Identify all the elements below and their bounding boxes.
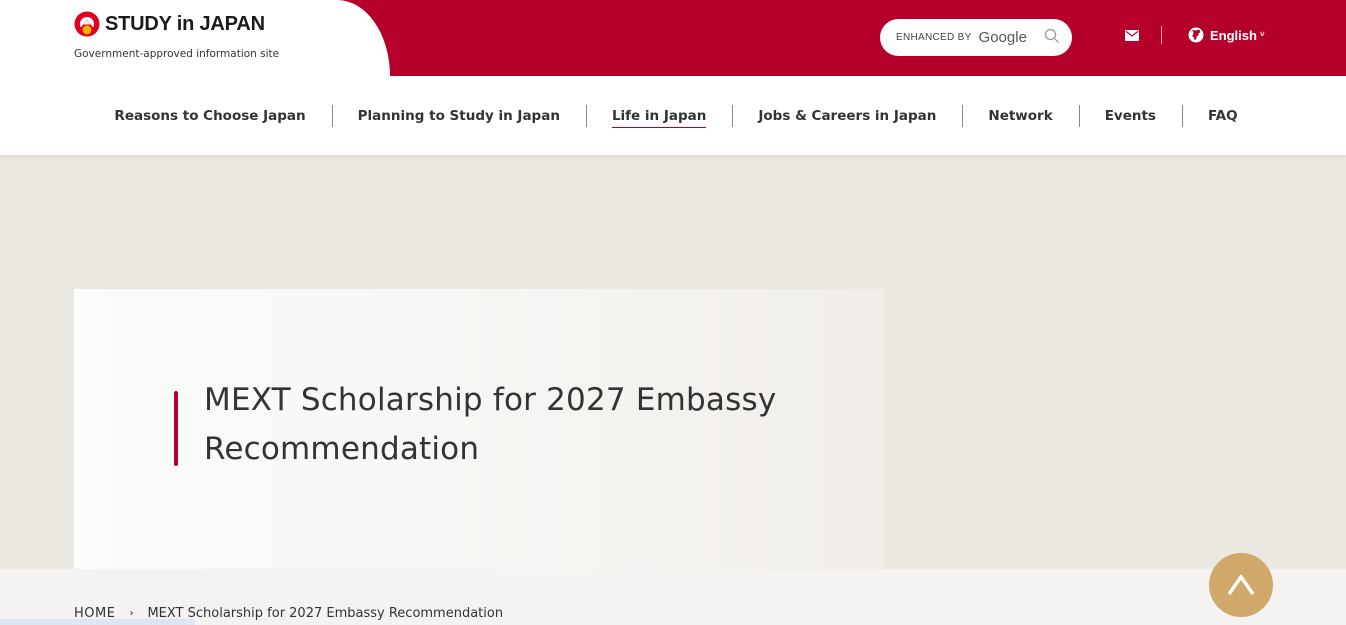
- search-provider-label: Google: [978, 29, 1027, 46]
- logo-area: STUDY in JAPAN Government-approved infor…: [0, 0, 390, 76]
- back-to-top-button[interactable]: [1209, 553, 1273, 617]
- header-divider: [1161, 26, 1162, 44]
- breadcrumb-current: MEXT Scholarship for 2027 Embassy Recomm…: [147, 606, 504, 621]
- search-enhanced-label: ENHANCED BY: [896, 32, 972, 43]
- site-logo[interactable]: STUDY in JAPAN: [74, 11, 265, 37]
- title-accent-bar: [174, 391, 178, 466]
- nav-list: Reasons to Choose Japan Planning to Stud…: [0, 76, 1346, 155]
- logo-subtitle: Government-approved information site: [74, 48, 280, 60]
- arrow-up-icon: [1227, 574, 1255, 596]
- main-nav: Reasons to Choose Japan Planning to Stud…: [0, 76, 1346, 155]
- nav-item-planning[interactable]: Planning to Study in Japan: [331, 104, 586, 127]
- nav-item-label: Network: [988, 107, 1053, 124]
- nav-item-label: Reasons to Choose Japan: [114, 107, 306, 124]
- mail-icon[interactable]: [1125, 30, 1139, 41]
- nav-item-events[interactable]: Events: [1078, 104, 1182, 127]
- nav-item-label: Planning to Study in Japan: [357, 107, 560, 124]
- logo-mark-icon: [74, 11, 100, 37]
- language-selector[interactable]: English ˅: [1188, 27, 1265, 43]
- page-title: MEXT Scholarship for 2027 Embassy Recomm…: [204, 382, 777, 467]
- nav-item-label: Life in Japan: [611, 107, 707, 128]
- nav-item-jobs[interactable]: Jobs & Careers in Japan: [732, 104, 962, 127]
- logo-text: STUDY in JAPAN: [105, 12, 265, 35]
- nav-item-faq[interactable]: FAQ: [1181, 104, 1264, 127]
- nav-item-label: FAQ: [1207, 107, 1238, 124]
- search-box[interactable]: ENHANCED BY Google: [880, 19, 1072, 56]
- globe-icon: [1188, 27, 1204, 43]
- nav-item-reasons[interactable]: Reasons to Choose Japan: [88, 105, 331, 127]
- nav-item-label: Jobs & Careers in Japan: [758, 107, 937, 124]
- breadcrumb-home-link[interactable]: HOME: [74, 606, 115, 621]
- search-icon[interactable]: [1044, 28, 1060, 44]
- top-bar: STUDY in JAPAN Government-approved infor…: [0, 0, 1346, 76]
- breadcrumb: HOME › MEXT Scholarship for 2027 Embassy…: [74, 606, 503, 621]
- chevron-down-icon: ˅: [1259, 29, 1265, 39]
- nav-item-label: Events: [1104, 107, 1156, 124]
- nav-item-life[interactable]: Life in Japan: [585, 104, 732, 128]
- breadcrumb-separator-icon: ›: [129, 608, 134, 619]
- language-label: English: [1210, 27, 1257, 43]
- nav-item-network[interactable]: Network: [962, 104, 1078, 127]
